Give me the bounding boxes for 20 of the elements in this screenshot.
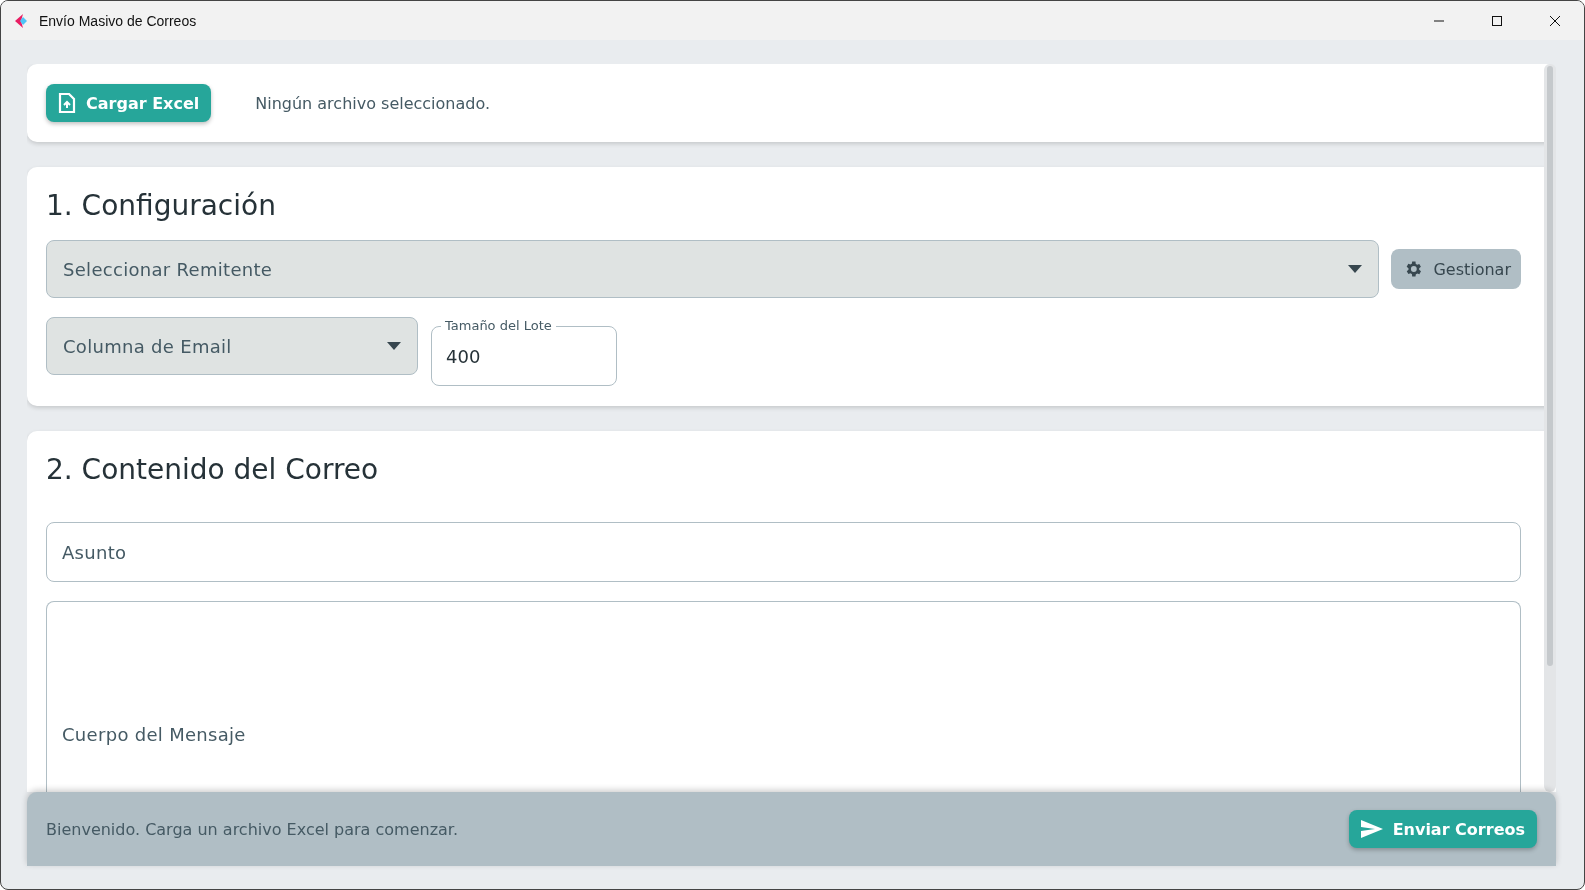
window-title: Envío Masivo de Correos xyxy=(39,12,198,29)
app-logo-icon xyxy=(13,12,29,29)
file-upload-icon xyxy=(58,93,76,113)
file-status-text: Ningún archivo seleccionado. xyxy=(255,93,491,113)
caret-icon xyxy=(387,342,401,350)
sender-dropdown[interactable]: Seleccionar Remitente xyxy=(46,240,1380,298)
status-text: Bienvenido. Carga un archivo Excel para comenzar. xyxy=(46,819,460,839)
subject-field[interactable]: Asunto xyxy=(46,522,1521,582)
close-icon[interactable] xyxy=(1549,14,1561,27)
section-title: 1. Configuración xyxy=(46,189,277,222)
manage-button[interactable]: Gestionar xyxy=(1391,249,1521,289)
scrollbar[interactable] xyxy=(1544,64,1556,792)
message-body-field[interactable]: Cuerpo del Mensaje xyxy=(46,601,1521,792)
section-title: 2. Contenido del Correo xyxy=(46,453,380,486)
email-column-dropdown[interactable]: Columna de Email xyxy=(46,317,418,375)
maximize-icon[interactable] xyxy=(1491,14,1503,27)
send-button[interactable]: Enviar Correos xyxy=(1348,810,1537,848)
load-excel-button[interactable]: Cargar Excel xyxy=(46,84,212,122)
caret-icon xyxy=(1348,265,1363,273)
send-icon xyxy=(1360,820,1383,838)
